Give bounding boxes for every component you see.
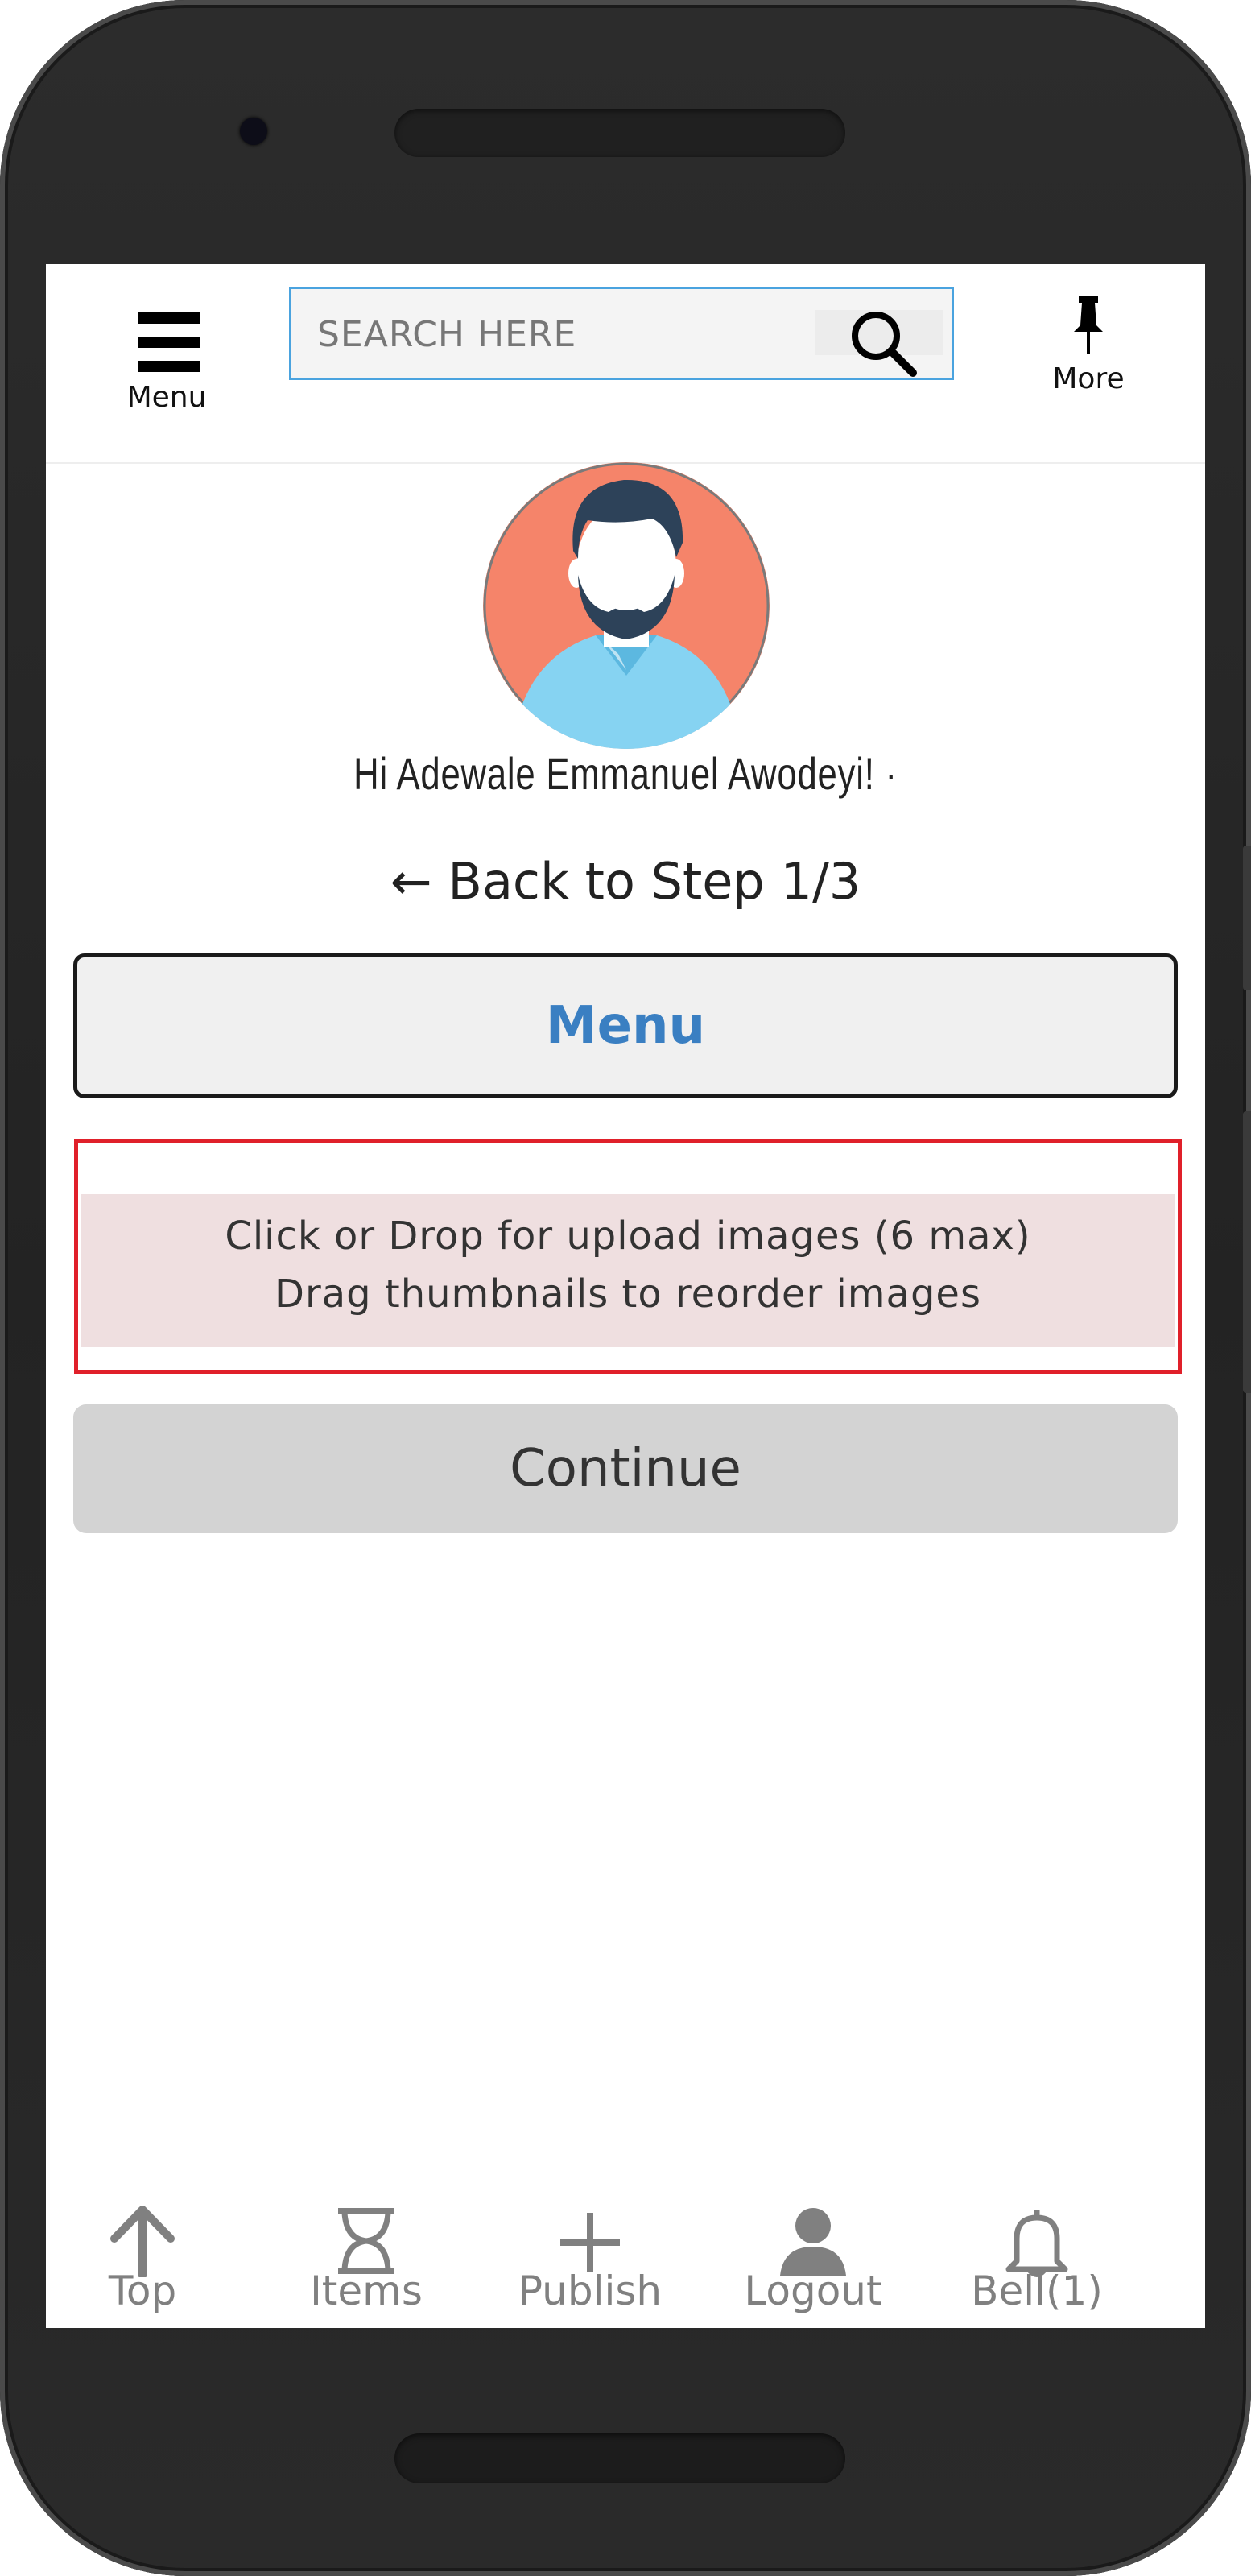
nav-label-top: Top [108,2268,177,2314]
pin-icon [1074,296,1103,354]
greeting-text: Hi Adewale Emmanuel Awodeyi! · [353,748,898,799]
upload-line-1: Click or Drop for upload images (6 max) [225,1214,1031,1259]
user-icon [780,2208,846,2276]
menu-label: Menu [126,381,207,414]
front-camera [240,118,267,145]
top-header: Menu More [46,264,1205,464]
search-input[interactable] [316,304,802,365]
app-screen: Menu More [46,264,1205,2328]
continue-button[interactable]: Continue [73,1404,1178,1533]
arrow-up-icon [110,2206,175,2277]
search-icon [852,312,917,377]
more-label: More [1052,362,1125,395]
nav-item-top[interactable]: Top [46,2197,239,2328]
back-to-step-link[interactable]: ← Back to Step 1/3 [46,852,1205,911]
search-bar [289,287,954,380]
bell-icon [1005,2210,1068,2277]
nav-label-publish: Publish [518,2268,663,2314]
plus-icon [560,2213,620,2272]
nav-item-publish[interactable]: Publish [493,2197,687,2328]
nav-item-items[interactable]: Items [270,2197,463,2328]
upload-line-2: Drag thumbnails to reorder images [275,1271,981,1317]
user-avatar [483,462,770,749]
bottom-speaker [394,2433,845,2483]
menu-button[interactable]: Menu [73,953,1178,1098]
more-button[interactable]: More [1032,293,1145,406]
search-button[interactable] [815,310,943,377]
phone-frame: Menu More [0,0,1251,2576]
upload-instructions: Click or Drop for upload images (6 max) … [81,1194,1175,1347]
hourglass-icon [338,2208,394,2274]
power-button [1243,1111,1251,1393]
hamburger-icon [138,312,200,374]
bottom-nav: Top Items Publish Logout Bell(1) [46,2197,1205,2328]
avatar-icon [483,462,770,749]
image-upload-dropzone[interactable]: Click or Drop for upload images (6 max) … [74,1139,1182,1374]
nav-item-logout[interactable]: Logout [716,2197,910,2328]
nav-label-bell: Bell(1) [971,2268,1103,2314]
menu-toggle-button[interactable]: Menu [46,288,287,417]
nav-item-bell[interactable]: Bell(1) [940,2197,1133,2328]
volume-button [1243,846,1251,990]
nav-label-items: Items [310,2268,423,2314]
nav-label-logout: Logout [744,2268,882,2314]
earpiece-speaker [394,109,845,157]
